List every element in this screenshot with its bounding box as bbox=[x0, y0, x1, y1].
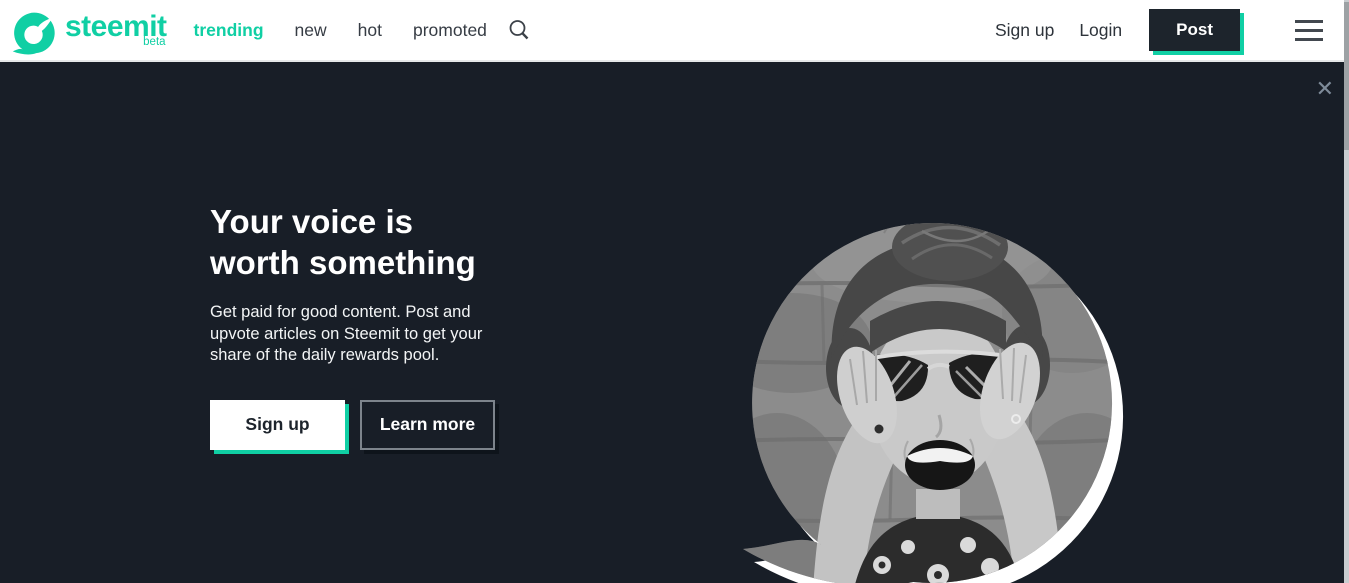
search-icon bbox=[509, 20, 529, 40]
steemit-logo[interactable]: steemit beta bbox=[10, 3, 167, 57]
hero-description: Get paid for good content. Post and upvo… bbox=[210, 303, 483, 364]
hero-copy: Your voice is worth something Get paid f… bbox=[210, 201, 510, 450]
hero-photo bbox=[743, 222, 1124, 583]
signup-link[interactable]: Sign up bbox=[995, 20, 1054, 41]
main-nav: trending new hot promoted bbox=[194, 20, 487, 41]
scrollbar-thumb[interactable] bbox=[1344, 2, 1349, 150]
hamburger-menu-icon[interactable] bbox=[1295, 16, 1323, 45]
top-navbar: steemit beta trending new hot promoted S… bbox=[0, 0, 1349, 62]
welcome-banner: ✕ Your voice is worth something Get paid… bbox=[0, 62, 1349, 583]
hero-signup-button[interactable]: Sign up bbox=[210, 399, 345, 450]
close-icon[interactable]: ✕ bbox=[1316, 79, 1334, 101]
login-link[interactable]: Login bbox=[1079, 20, 1122, 41]
hero-title: Your voice is worth something bbox=[210, 203, 476, 281]
steemit-logo-icon bbox=[12, 12, 55, 55]
nav-item-new[interactable]: new bbox=[295, 20, 327, 41]
post-button[interactable]: Post bbox=[1149, 9, 1240, 51]
nav-item-hot[interactable]: hot bbox=[358, 20, 382, 41]
nav-item-promoted[interactable]: promoted bbox=[413, 20, 487, 41]
hero-buttons: Sign up Learn more bbox=[210, 399, 510, 450]
search-button[interactable] bbox=[507, 18, 531, 42]
nav-item-trending[interactable]: trending bbox=[194, 20, 264, 41]
page-scrollbar[interactable] bbox=[1344, 0, 1349, 583]
beta-label: beta bbox=[143, 36, 166, 48]
learn-more-button[interactable]: Learn more bbox=[360, 399, 495, 450]
header-actions: Sign up Login Post bbox=[995, 9, 1323, 51]
